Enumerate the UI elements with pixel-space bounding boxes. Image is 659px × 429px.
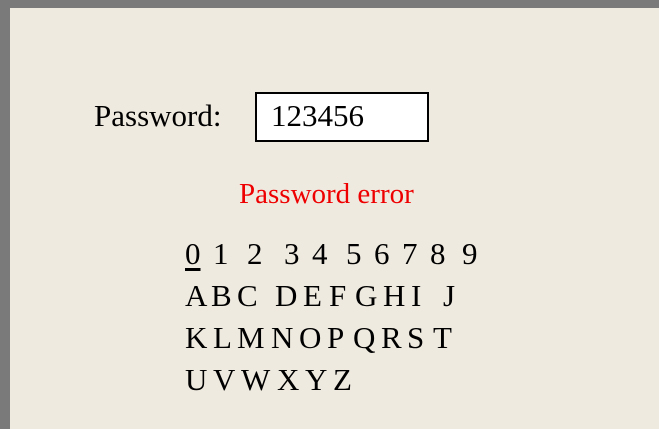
key-a[interactable]: A [185, 278, 207, 314]
key-u[interactable]: U [185, 362, 209, 398]
key-3[interactable]: 3 [284, 236, 308, 272]
key-0[interactable]: 0 [185, 236, 209, 272]
key-g[interactable]: G [355, 278, 379, 314]
key-d[interactable]: D [275, 278, 299, 314]
key-b[interactable]: B [211, 278, 233, 314]
keyboard-row-digits: 0 1 2 3 4 5 6 7 8 9 [185, 236, 482, 278]
key-7[interactable]: 7 [402, 236, 426, 272]
key-9[interactable]: 9 [462, 236, 482, 272]
key-p[interactable]: P [327, 320, 349, 356]
key-c[interactable]: C [237, 278, 271, 314]
password-error-message: Password error [239, 178, 414, 210]
key-h[interactable]: H [383, 278, 407, 314]
key-x[interactable]: X [277, 362, 301, 398]
key-i[interactable]: I [411, 278, 439, 314]
key-o[interactable]: O [299, 320, 323, 356]
key-2[interactable]: 2 [247, 236, 280, 272]
password-label: Password: [94, 98, 222, 133]
key-f[interactable]: F [329, 278, 351, 314]
key-v[interactable]: V [213, 362, 237, 398]
key-8[interactable]: 8 [430, 236, 458, 272]
password-input[interactable]: 123456 [255, 92, 429, 142]
key-t[interactable]: T [433, 320, 453, 356]
key-4[interactable]: 4 [312, 236, 342, 272]
key-r[interactable]: R [381, 320, 403, 356]
password-screen: Password: 123456 Password error 0 1 2 3 … [0, 0, 659, 429]
keyboard-row-k-t: K L M N O P Q R S T [185, 320, 482, 362]
key-w[interactable]: W [241, 362, 273, 398]
key-k[interactable]: K [185, 320, 209, 356]
key-s[interactable]: S [407, 320, 429, 356]
key-j[interactable]: J [443, 278, 463, 314]
key-q[interactable]: Q [353, 320, 377, 356]
key-6[interactable]: 6 [374, 236, 398, 272]
character-keyboard: 0 1 2 3 4 5 6 7 8 9 A B C D E F G H I J … [185, 236, 482, 404]
key-z[interactable]: Z [333, 362, 353, 398]
key-m[interactable]: M [237, 320, 267, 356]
keyboard-row-u-z: U V W X Y Z [185, 362, 482, 404]
keyboard-row-a-j: A B C D E F G H I J [185, 278, 482, 320]
key-l[interactable]: L [213, 320, 233, 356]
key-5[interactable]: 5 [346, 236, 370, 272]
key-1[interactable]: 1 [213, 236, 243, 272]
key-e[interactable]: E [303, 278, 325, 314]
key-y[interactable]: Y [305, 362, 329, 398]
key-n[interactable]: N [271, 320, 295, 356]
